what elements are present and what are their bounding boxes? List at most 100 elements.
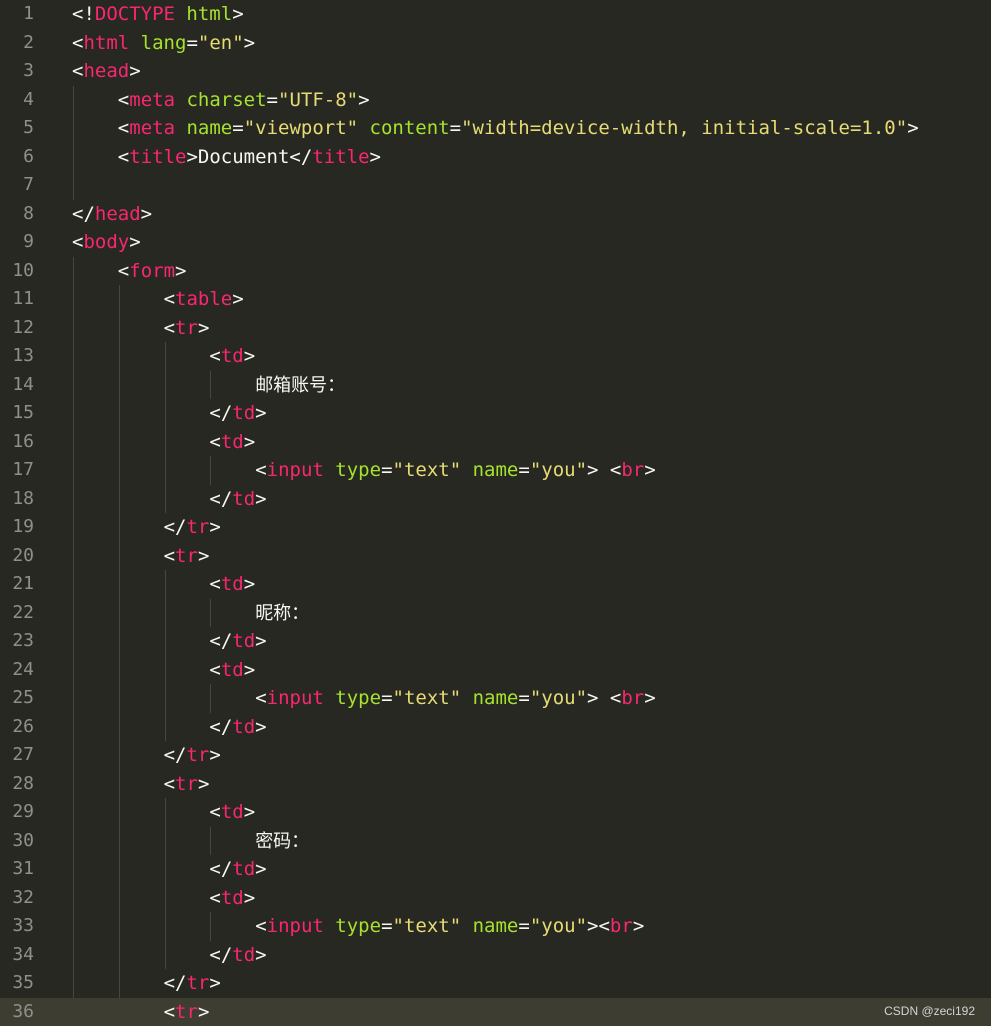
- code-token: >: [209, 744, 221, 766]
- code-line[interactable]: 11 <table>: [0, 285, 991, 314]
- code-line[interactable]: 29 <td>: [0, 798, 991, 827]
- code-token: "width=device-width, initial-scale=1.0": [461, 117, 908, 139]
- line-code: <input type="text" name="you"><br>: [255, 912, 644, 941]
- code-token: >: [644, 459, 656, 481]
- line-number: 35: [12, 972, 34, 993]
- code-line[interactable]: 7: [0, 171, 991, 200]
- line-number: 36: [12, 1000, 34, 1022]
- line-code: <!DOCTYPE html>: [72, 0, 244, 29]
- code-token: title: [129, 145, 187, 168]
- line-code: <meta name="viewport" content="width=dev…: [118, 114, 919, 143]
- code-line[interactable]: 18 </td>: [0, 485, 991, 514]
- code-token: input: [266, 915, 324, 937]
- code-line[interactable]: 10 <form>: [0, 257, 991, 286]
- line-code: <tr>: [164, 314, 210, 343]
- code-line[interactable]: 12 <tr>: [0, 314, 991, 343]
- code-token: meta: [129, 117, 176, 139]
- code-token: tr: [175, 772, 198, 795]
- code-token: tr: [186, 516, 210, 538]
- line-code: <td>: [209, 798, 255, 827]
- code-line[interactable]: 4 <meta charset="UTF-8">: [0, 86, 991, 115]
- code-line[interactable]: 17 <input type="text" name="you"> <br>: [0, 456, 991, 485]
- code-token: "you": [529, 459, 588, 481]
- code-line[interactable]: 36 <tr>: [0, 997, 991, 1026]
- code-token: td: [220, 658, 244, 681]
- code-token: </: [289, 145, 313, 168]
- code-line[interactable]: 8 </head>: [0, 200, 991, 229]
- line-number: 15: [12, 402, 34, 423]
- code-token: <: [72, 60, 84, 82]
- code-token: html: [186, 3, 233, 25]
- code-line[interactable]: 13 <td>: [0, 342, 991, 371]
- code-line[interactable]: 32 <td>: [0, 884, 991, 913]
- code-line[interactable]: 19 </tr>: [0, 513, 991, 542]
- code-token: br: [621, 459, 645, 481]
- code-line[interactable]: 27 </tr>: [0, 741, 991, 770]
- code-line[interactable]: 30 密码：: [0, 827, 991, 856]
- code-line[interactable]: 9 <body>: [0, 228, 991, 257]
- code-line[interactable]: 23 </td>: [0, 627, 991, 656]
- code-token: "text": [392, 687, 462, 709]
- code-line[interactable]: 14 邮箱账号：: [0, 371, 991, 400]
- code-line[interactable]: 31 </td>: [0, 855, 991, 884]
- code-token: "en": [197, 31, 244, 54]
- code-editor[interactable]: 1 <!DOCTYPE html> 2 <html lang="en"> 3 <head>…: [0, 0, 991, 1026]
- code-token: =: [266, 88, 278, 111]
- code-line[interactable]: 5 <meta name="viewport" content="width=de…: [0, 114, 991, 143]
- code-token: 密码：: [255, 830, 310, 852]
- code-token: </: [209, 715, 233, 738]
- code-line[interactable]: 3 <head>: [0, 57, 991, 86]
- code-token: content: [369, 117, 450, 139]
- code-token: td: [232, 630, 256, 652]
- code-line[interactable]: 20 <tr>: [0, 542, 991, 571]
- line-number: 12: [12, 316, 34, 338]
- code-line[interactable]: 35 </tr>: [0, 969, 991, 998]
- line-code: <td>: [209, 884, 255, 913]
- line-number: 32: [12, 886, 34, 908]
- code-line[interactable]: 25 <input type="text" name="you"> <br>: [0, 684, 991, 713]
- line-code: <form>: [118, 257, 187, 286]
- code-line[interactable]: 2 <html lang="en">: [0, 29, 991, 58]
- code-token: >: [243, 430, 256, 453]
- code-line[interactable]: 15 </td>: [0, 399, 991, 428]
- line-number: 23: [12, 630, 34, 651]
- code-line[interactable]: 24 <td>: [0, 656, 991, 685]
- code-line[interactable]: 21 <td>: [0, 570, 991, 599]
- line-code: <td>: [209, 656, 255, 685]
- code-token: name: [472, 915, 519, 937]
- code-token: <: [163, 288, 176, 310]
- code-line[interactable]: 6 <title>Document</title>: [0, 143, 991, 172]
- code-line[interactable]: 1 <!DOCTYPE html>: [0, 0, 991, 29]
- code-token: input: [266, 687, 324, 709]
- code-token: >: [243, 573, 256, 595]
- code-token: >: [186, 145, 198, 168]
- code-token: title: [312, 145, 370, 168]
- code-token: tr: [175, 544, 198, 567]
- line-number: 9: [23, 231, 34, 252]
- code-token: type: [335, 687, 382, 709]
- code-token: <: [209, 801, 221, 823]
- code-line[interactable]: 34 </td>: [0, 941, 991, 970]
- code-token: DOCTYPE: [94, 3, 175, 25]
- code-token: "viewport": [243, 117, 359, 139]
- code-line[interactable]: 22 昵称：: [0, 599, 991, 628]
- line-code: <html lang="en">: [72, 29, 255, 58]
- code-line[interactable]: 16 <td>: [0, 428, 991, 457]
- line-code: </head>: [72, 200, 152, 229]
- line-code: 密码：: [255, 827, 309, 857]
- code-token: 昵称：: [255, 602, 310, 624]
- code-token: </: [209, 943, 233, 966]
- code-line[interactable]: 28 <tr>: [0, 770, 991, 799]
- line-code: <tr>: [164, 770, 210, 799]
- line-number: 27: [12, 744, 34, 765]
- code-line[interactable]: 33 <input type="text" name="you"><br>: [0, 912, 991, 941]
- code-line[interactable]: 26 </td>: [0, 713, 991, 742]
- line-code: <input type="text" name="you"> <br>: [255, 684, 656, 713]
- line-code: 昵称：: [255, 599, 309, 629]
- line-number: 4: [23, 88, 34, 110]
- code-token: >: [129, 231, 141, 253]
- code-token: <: [163, 772, 176, 795]
